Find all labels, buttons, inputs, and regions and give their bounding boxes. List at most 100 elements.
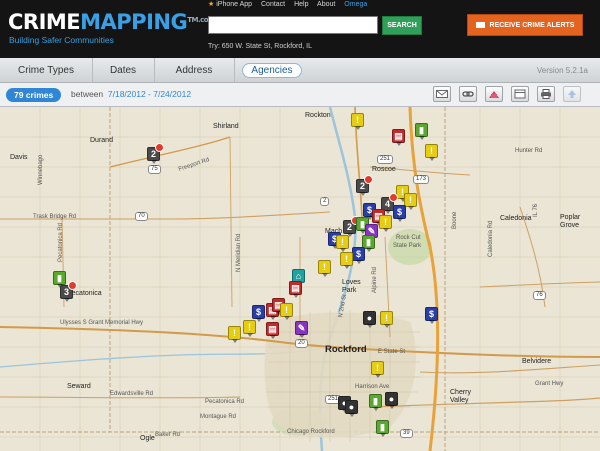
place-roscoe: Roscoe [372,166,396,173]
place-caledonia: Caledonia [500,215,532,222]
fraud-crime-marker[interactable]: $ [252,305,265,322]
route-shield: 76 [533,291,546,300]
robbery-crime-marker[interactable]: ● [345,400,358,417]
filter-summary-bar: 79 crimes between 7/18/2012 - 7/24/2012 [0,83,600,107]
crime-cluster-marker[interactable]: 2 [356,175,373,196]
road-e-state: E State St [378,349,406,355]
table-view-button[interactable] [511,86,529,102]
road-ulysses: Ulysses S Grant Memorial Hwy [60,320,144,326]
alert-crime-marker[interactable]: ! [379,215,392,232]
link-button[interactable] [459,86,477,102]
alert-crime-marker[interactable]: ! [371,361,384,378]
place-rockford: Rockford [325,344,367,355]
alert-crime-marker[interactable]: ! [228,326,241,343]
route-shield: 251 [377,155,394,164]
alert-crime-marker[interactable]: ! [318,260,331,277]
place-seward: Seward [67,383,91,390]
robbery-crime-marker[interactable]: ● [363,311,376,328]
search-hint: Try: 650 W. State St, Rockford, IL [208,43,313,50]
receive-crime-alerts-button[interactable]: RECEIVE CRIME ALERTS [467,14,583,36]
road-edwardsville: Edwardsville Rd [110,391,154,397]
vehicle-crime-marker[interactable]: ▮ [53,271,66,288]
route-shield: 39 [400,429,413,438]
fraud-crime-marker[interactable]: $ [352,247,365,264]
road-grant-hwy: Grant Hwy [535,381,564,387]
place-belvidere: Belvidere [522,358,552,365]
share-button[interactable] [485,86,503,102]
tab-agencies[interactable]: Agencies [234,58,310,82]
iphone-app-link[interactable]: iPhone App [216,1,252,8]
email-icon [436,90,448,98]
tab-address[interactable]: Address [154,58,235,82]
place-poplar-grove: Poplar Grove [560,214,581,229]
top-links: ★ iPhone App Contact Help About Omega [208,0,367,9]
crime-map[interactable]: Shirland Rockton Durand Davis Roscoe Mac… [0,107,600,451]
tagline: Building Safer Communities [9,35,114,45]
place-rockton: Rockton [305,112,331,119]
place-davis: Davis [10,154,28,161]
star-icon: ★ [208,1,215,8]
vehicle-crime-marker[interactable]: ▮ [415,123,428,140]
route-shield: 2 [320,197,330,206]
fraud-crime-marker[interactable]: $ [425,307,438,324]
print-button[interactable] [537,86,555,102]
email-button[interactable] [433,86,451,102]
theft-crime-marker[interactable]: ▤ [392,129,405,146]
place-ogle: Ogle [140,435,155,442]
robbery-crime-marker[interactable]: ● [385,392,398,409]
vandalism-crime-marker[interactable]: ✎ [295,321,308,338]
place-cherry-valley: Cherry Valley [450,389,472,404]
alert-crime-marker[interactable]: ! [425,144,438,161]
date-range-link[interactable]: 7/18/2012 - 7/24/2012 [108,89,191,99]
address-search-input[interactable] [208,16,378,34]
road-meridian: N Meridian Rd [236,233,242,272]
crimemapping-logo[interactable]: CRIMEMAPPINGTM.com [8,11,215,33]
app-header: CRIMEMAPPINGTM.com Building Safer Commun… [0,0,600,58]
route-shield: 75 [148,165,161,174]
crime-cluster-marker[interactable]: 3 [60,281,77,302]
tab-dates[interactable]: Dates [92,58,155,82]
link-icon [462,91,474,97]
road-pecatonica-rd: Pecatonica Rd [205,399,245,405]
label-winnebago: Winnebago [38,154,44,185]
theft-crime-marker[interactable]: ▤ [289,281,302,298]
theft-crime-marker[interactable]: ▤ [266,322,279,339]
table-icon [514,89,526,99]
scroll-up-icon [568,90,576,98]
contact-link[interactable]: Contact [261,1,285,8]
place-rock-cut: Rock Cut [396,235,421,241]
alert-crime-marker[interactable]: ! [336,235,349,252]
help-link[interactable]: Help [294,1,308,8]
road-baker: Baker Rd [155,432,181,438]
fraud-crime-marker[interactable]: $ [393,205,406,222]
alert-crime-marker[interactable]: ! [243,320,256,337]
version-label: Version 5.2.1a [536,66,588,75]
scroll-up-button[interactable] [563,86,581,102]
place-shirland: Shirland [213,123,239,130]
label-boone: Boone [452,211,458,229]
road-pecatonica-vertical: Pecatonica Rd [58,222,64,262]
crime-cluster-marker[interactable]: 2 [147,143,164,164]
search-button[interactable]: SEARCH [382,16,422,35]
share-icon [489,91,499,98]
crime-cluster-marker[interactable]: 2 [343,216,360,237]
place-loves-park: Loves Park [342,279,361,294]
road-montague: Montague Rd [200,414,237,420]
tab-crime-types[interactable]: Crime Types [0,58,93,82]
road-hunter-rd: Hunter Rd [515,148,543,154]
alert-crime-marker[interactable]: ! [380,311,393,328]
alert-crime-marker[interactable]: ! [404,193,417,210]
road-caledonia-rd: Caledonia Rd [488,220,494,257]
road-chicago-rockford: Chicago Rockford [287,429,335,435]
vehicle-crime-marker[interactable]: ▮ [369,394,382,411]
road-il76: IL 76 [533,203,539,217]
alert-crime-marker[interactable]: ! [351,113,364,130]
envelope-icon [475,22,485,28]
about-link[interactable]: About [317,1,335,8]
crime-count-badge[interactable]: 79 crimes [6,88,62,102]
alert-crime-marker[interactable]: ! [280,303,293,320]
alert-crime-marker[interactable]: ! [340,252,353,269]
vehicle-crime-marker[interactable]: ▮ [376,420,389,437]
date-range-summary: between 7/18/2012 - 7/24/2012 [71,89,192,99]
omega-link[interactable]: Omega [344,1,367,8]
